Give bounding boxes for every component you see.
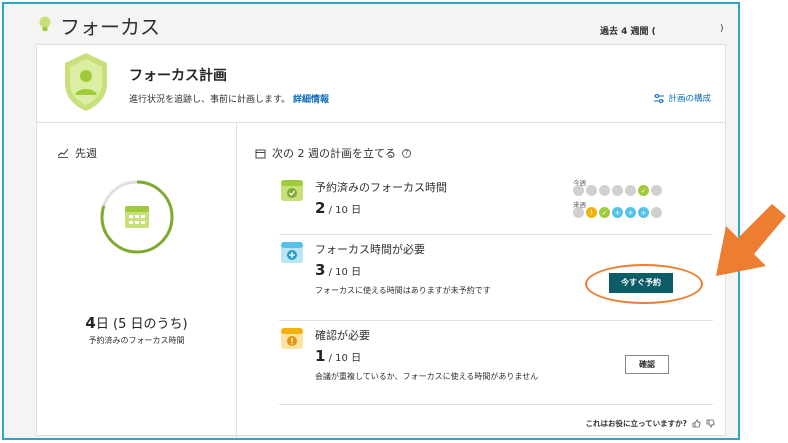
plan-title: フォーカス計画: [129, 68, 227, 84]
this-week-label: 今週: [573, 179, 586, 187]
booked-focus-total: / 10 日: [325, 205, 362, 216]
booked-focus-title: 予約済みのフォーカス時間: [315, 181, 447, 194]
needs-review-note: 会議が重複しているか、フォーカスに使える時間がありません: [315, 372, 539, 381]
booked-focus-number: 2: [315, 199, 326, 217]
booked-focus-row: 予約済みのフォーカス時間 2 / 10 日 今週 ✓ 来週 ! ✓ + + +: [279, 173, 713, 235]
configure-plan-label: 計画の構成: [668, 94, 711, 104]
booked-days-count: 4: [85, 314, 96, 332]
calendar-alert-icon: [281, 328, 303, 349]
focus-plan-card: フォーカス計画 進行状況を追跡し、事前に計画します。 詳細情報 計画の構成 先週…: [36, 44, 727, 437]
day-dot: [651, 185, 662, 196]
check-icon: ✓: [638, 185, 649, 196]
settings-sliders-icon: [654, 93, 665, 103]
next-week-dots: ! ✓ + + +: [573, 207, 662, 218]
progress-ring: [100, 180, 174, 254]
calendar-plus-icon: [281, 242, 303, 263]
plan-description-text: 進行状況を追跡し、事前に計画します。: [129, 95, 291, 105]
needs-focus-row: フォーカス時間が必要 3 / 10 日 フォーカスに使える時間はありますが未予約…: [279, 235, 713, 321]
feedback-prompt: これはお役に立っていますか?: [586, 418, 715, 429]
plus-icon: +: [625, 207, 636, 218]
next-weeks-panel: 次の 2 週の計画を立てる ? 予約済みのフォーカス時間 2 / 10 日 今週: [237, 123, 727, 437]
feedback-question: これはお役に立っていますか?: [585, 419, 687, 428]
page-title: フォーカス: [60, 15, 160, 39]
pointer-arrow-icon: [716, 204, 786, 276]
plus-icon: +: [638, 207, 649, 218]
calendar-icon: [125, 206, 149, 228]
day-dot: [586, 185, 597, 196]
needs-focus-note: フォーカスに使える時間はありますが未予約です: [315, 286, 491, 295]
day-dot: [625, 185, 636, 196]
needs-review-number: 1: [315, 347, 326, 365]
needs-review-row: 確認が必要 1 / 10 日 会議が重複しているか、フォーカスに使える時間があり…: [279, 321, 713, 405]
needs-review-total: / 10 日: [325, 353, 362, 364]
booked-days-summary: 4日 (5 日のうち): [37, 313, 236, 332]
plan-description: 進行状況を追跡し、事前に計画します。 詳細情報: [129, 92, 329, 105]
next-weeks-header: 次の 2 週の計画を立てる ?: [255, 145, 411, 161]
alert-icon: !: [586, 207, 597, 218]
day-dot: [651, 207, 662, 218]
configure-plan-link[interactable]: 計画の構成: [654, 92, 711, 104]
needs-review-count: 1 / 10 日: [315, 347, 361, 365]
day-unit: 日: [95, 317, 109, 332]
needs-focus-total: / 10 日: [325, 267, 362, 278]
details-link[interactable]: 詳細情報: [293, 95, 329, 105]
calendar-check-icon: [281, 180, 303, 201]
trend-chart-icon: [57, 148, 69, 158]
week-dots: 今週 ✓ 来週 ! ✓ + + +: [573, 177, 662, 221]
thumbs-down-icon[interactable]: [706, 419, 715, 428]
needs-review-title: 確認が必要: [315, 329, 370, 342]
last-week-label: 先週: [75, 147, 97, 160]
calendar-outline-icon: [255, 149, 266, 158]
next-weeks-label: 次の 2 週の計画を立てる: [272, 147, 396, 160]
needs-focus-count: 3 / 10 日: [315, 261, 361, 279]
needs-focus-title: フォーカス時間が必要: [315, 243, 425, 256]
day-dot: [573, 207, 584, 218]
day-dot: [612, 185, 623, 196]
help-icon[interactable]: ?: [402, 148, 411, 158]
date-range-selector[interactable]: 過去 4 週間 (: [600, 24, 656, 37]
next-week-label: 来週: [573, 201, 586, 209]
review-button[interactable]: 確認: [625, 355, 669, 374]
of-days: (5 日のうち): [113, 317, 188, 332]
this-week-dots: ✓: [573, 185, 662, 196]
last-week-panel: 先週 4日 (5 日のうち) 予約済みのフォーカス時間: [37, 123, 237, 437]
booked-focus-count: 2 / 10 日: [315, 199, 361, 217]
page-header: フォーカス 過去 4 週間 ( ): [4, 4, 738, 44]
last-week-header: 先週: [57, 145, 97, 161]
shield-person-icon: [65, 53, 107, 111]
day-dot: [573, 185, 584, 196]
lightbulb-icon: [39, 16, 51, 31]
book-now-button[interactable]: 今すぐ予約: [609, 273, 673, 293]
check-icon: ✓: [599, 207, 610, 218]
screenshot-frame: フォーカス 過去 4 週間 ( ) フォーカス計画 進行状況を追跡し、事前に計画…: [2, 2, 740, 440]
plus-icon: +: [612, 207, 623, 218]
booked-days-caption: 予約済みのフォーカス時間: [88, 336, 185, 345]
plan-header: フォーカス計画 進行状況を追跡し、事前に計画します。 詳細情報 計画の構成: [37, 45, 725, 123]
date-range-close: ): [720, 24, 724, 34]
needs-focus-number: 3: [315, 261, 326, 279]
thumbs-up-icon[interactable]: [692, 419, 701, 428]
day-dot: [599, 185, 610, 196]
